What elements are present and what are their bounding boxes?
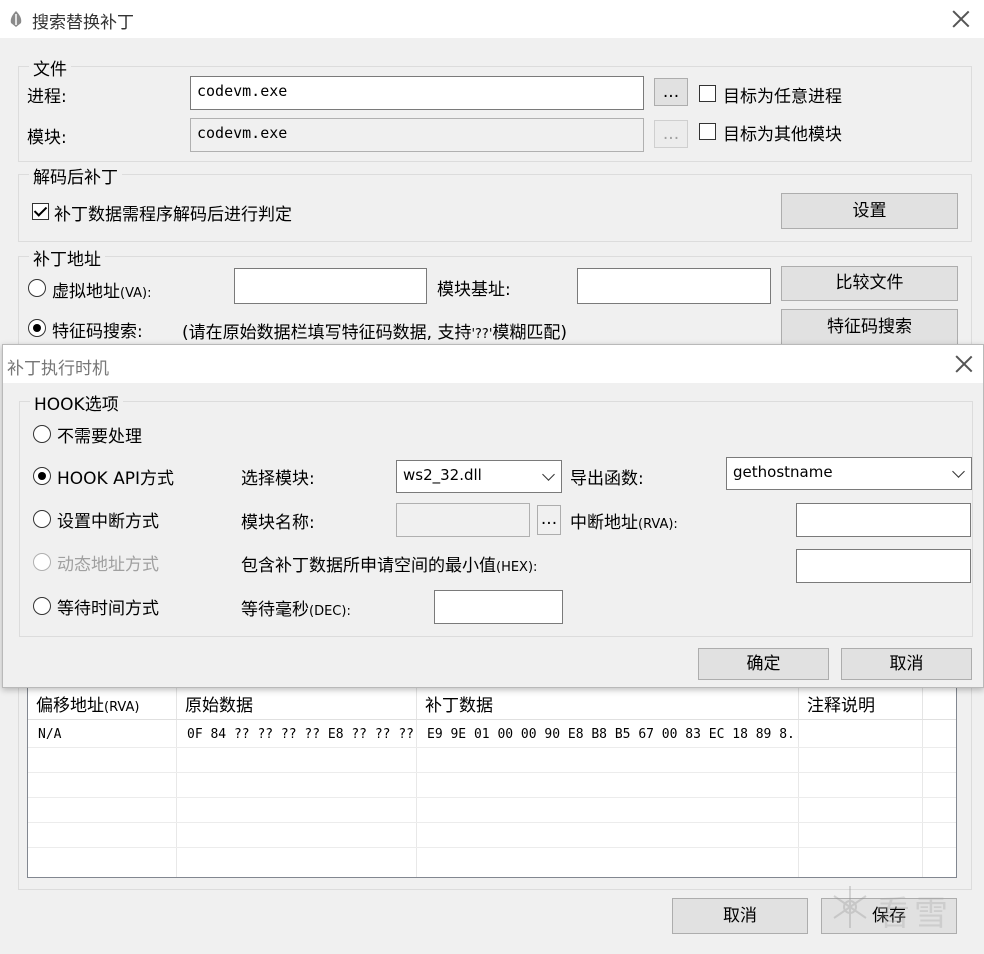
target-any-process-label: 目标为任意进程	[723, 87, 842, 107]
export-func-dropdown[interactable]: gethostname	[726, 457, 972, 490]
close-icon[interactable]	[950, 8, 972, 30]
app-icon	[8, 10, 24, 28]
cell-offset: N/A	[38, 727, 62, 742]
signature-radio-label: 特征码搜索:	[52, 322, 143, 342]
row-divider	[28, 822, 956, 823]
cell-comment	[799, 723, 922, 749]
signature-hint: (请在原始数据栏填写特征码数据, 支持'??'模糊匹配)	[182, 318, 567, 343]
dynamic-address-radio	[33, 553, 51, 571]
col-header-comment[interactable]: 注释说明	[799, 685, 923, 719]
select-module-label: 选择模块:	[241, 469, 315, 489]
module-name-browse-button[interactable]: ...	[537, 505, 561, 535]
min-space-suffix: (HEX):	[496, 560, 538, 575]
row-divider	[28, 719, 956, 720]
wait-ms-label: 等待毫秒(DEC):	[241, 595, 351, 620]
dynamic-address-label: 动态地址方式	[57, 555, 159, 575]
main-window-title: 搜索替换补丁	[32, 13, 134, 33]
select-module-value: ws2_32.dll	[403, 466, 482, 484]
hook-api-radio[interactable]	[33, 467, 51, 485]
va-radio-suffix: (VA):	[120, 286, 152, 301]
module-name-label: 模块名称:	[241, 513, 315, 533]
process-browse-button[interactable]: ...	[654, 78, 688, 106]
export-func-label: 导出函数:	[570, 469, 644, 489]
module-base-label: 模块基址:	[437, 280, 511, 300]
export-func-value: gethostname	[733, 463, 833, 481]
wait-ms-text: 等待毫秒	[241, 600, 309, 620]
signature-search-button[interactable]: 特征码搜索	[781, 309, 958, 345]
min-space-label: 包含补丁数据所申请空间的最小值(HEX):	[241, 551, 537, 576]
wait-time-label: 等待时间方式	[57, 599, 159, 619]
min-space-input[interactable]	[796, 549, 971, 583]
col-header-original[interactable]: 原始数据	[177, 685, 417, 719]
breakpoint-label: 设置中断方式	[57, 512, 159, 532]
decode-group-legend: 解码后补丁	[29, 163, 122, 188]
hook-group-legend: HOOK选项	[30, 390, 123, 415]
signature-hint-c: 模糊匹配)	[492, 323, 568, 343]
va-radio[interactable]	[28, 279, 46, 297]
address-group-legend: 补丁地址	[29, 245, 105, 270]
break-addr-text: 中断地址	[570, 513, 638, 533]
wait-ms-input[interactable]	[434, 590, 563, 624]
module-input: codevm.exe	[190, 118, 644, 152]
module-label: 模块:	[27, 128, 67, 148]
chevron-down-icon	[542, 468, 555, 481]
no-process-radio[interactable]	[33, 425, 51, 443]
process-input[interactable]: codevm.exe	[190, 76, 644, 110]
va-radio-label: 虚拟地址(VA):	[52, 277, 151, 302]
col-header-offset-text: 偏移地址	[36, 696, 104, 716]
va-input[interactable]	[234, 268, 427, 304]
row-divider	[28, 797, 956, 798]
col-divider	[922, 719, 923, 877]
decode-checkbox[interactable]	[32, 203, 49, 220]
process-label: 进程:	[27, 87, 67, 107]
dialog-ok-button[interactable]: 确定	[698, 648, 829, 680]
module-base-input[interactable]	[577, 268, 771, 304]
dialog-titlebar: 补丁执行时机	[3, 345, 983, 383]
signature-radio[interactable]	[28, 319, 46, 337]
settings-button[interactable]: 设置	[781, 193, 958, 229]
wait-ms-suffix: (DEC):	[309, 604, 351, 619]
breakpoint-radio[interactable]	[33, 510, 51, 528]
row-divider	[28, 772, 956, 773]
target-any-process-checkbox[interactable]	[699, 85, 716, 102]
target-other-module-label: 目标为其他模块	[723, 125, 842, 145]
module-name-input	[396, 503, 530, 537]
hook-api-label: HOOK API方式	[57, 469, 174, 489]
min-space-text: 包含补丁数据所申请空间的最小值	[241, 556, 496, 576]
col-header-offset[interactable]: 偏移地址(RVA)	[28, 685, 177, 719]
signature-hint-a: (请在原始数据栏填写特征码数据, 支持	[182, 323, 472, 343]
watermark-logo: 看雪	[830, 880, 970, 936]
decode-checkbox-label: 补丁数据需程序解码后进行判定	[54, 205, 292, 225]
break-addr-suffix: (RVA):	[638, 517, 678, 532]
break-addr-input[interactable]	[796, 503, 971, 537]
main-cancel-button[interactable]: 取消	[672, 898, 808, 934]
row-divider	[28, 847, 956, 848]
chevron-down-icon	[952, 465, 965, 478]
col-header-patch[interactable]: 补丁数据	[417, 685, 799, 719]
signature-hint-b: '??'	[471, 327, 493, 342]
module-browse-button: ...	[654, 120, 688, 148]
target-other-module-checkbox[interactable]	[699, 123, 716, 140]
cell-patch: E9 9E 01 00 00 90 E8 B8 B5 67 00 83 EC 1…	[427, 727, 798, 742]
main-titlebar: 搜索替换补丁	[0, 0, 984, 38]
dialog-cancel-button[interactable]: 取消	[841, 648, 972, 680]
select-module-dropdown[interactable]: ws2_32.dll	[396, 460, 562, 493]
compare-file-button[interactable]: 比较文件	[781, 266, 958, 301]
va-radio-text: 虚拟地址	[52, 282, 120, 302]
watermark-text: 看雪	[876, 894, 952, 934]
patch-timing-dialog: 补丁执行时机 HOOK选项 不需要处理 HOOK API方式 选择模块: ws2…	[2, 344, 984, 688]
dialog-title: 补丁执行时机	[7, 359, 109, 379]
wait-time-radio[interactable]	[33, 597, 51, 615]
dialog-close-icon[interactable]	[953, 353, 975, 375]
col-header-offset-suffix: (RVA)	[104, 700, 140, 715]
break-addr-label: 中断地址(RVA):	[570, 508, 678, 533]
cell-original: 0F 84 ?? ?? ?? ?? E8 ?? ?? ?? ...	[187, 727, 416, 742]
patch-table[interactable]: 偏移地址(RVA) 原始数据 补丁数据 注释说明 N/A 0F 84 ?? ??…	[27, 684, 957, 878]
no-process-label: 不需要处理	[57, 427, 142, 447]
file-group-legend: 文件	[29, 55, 71, 80]
